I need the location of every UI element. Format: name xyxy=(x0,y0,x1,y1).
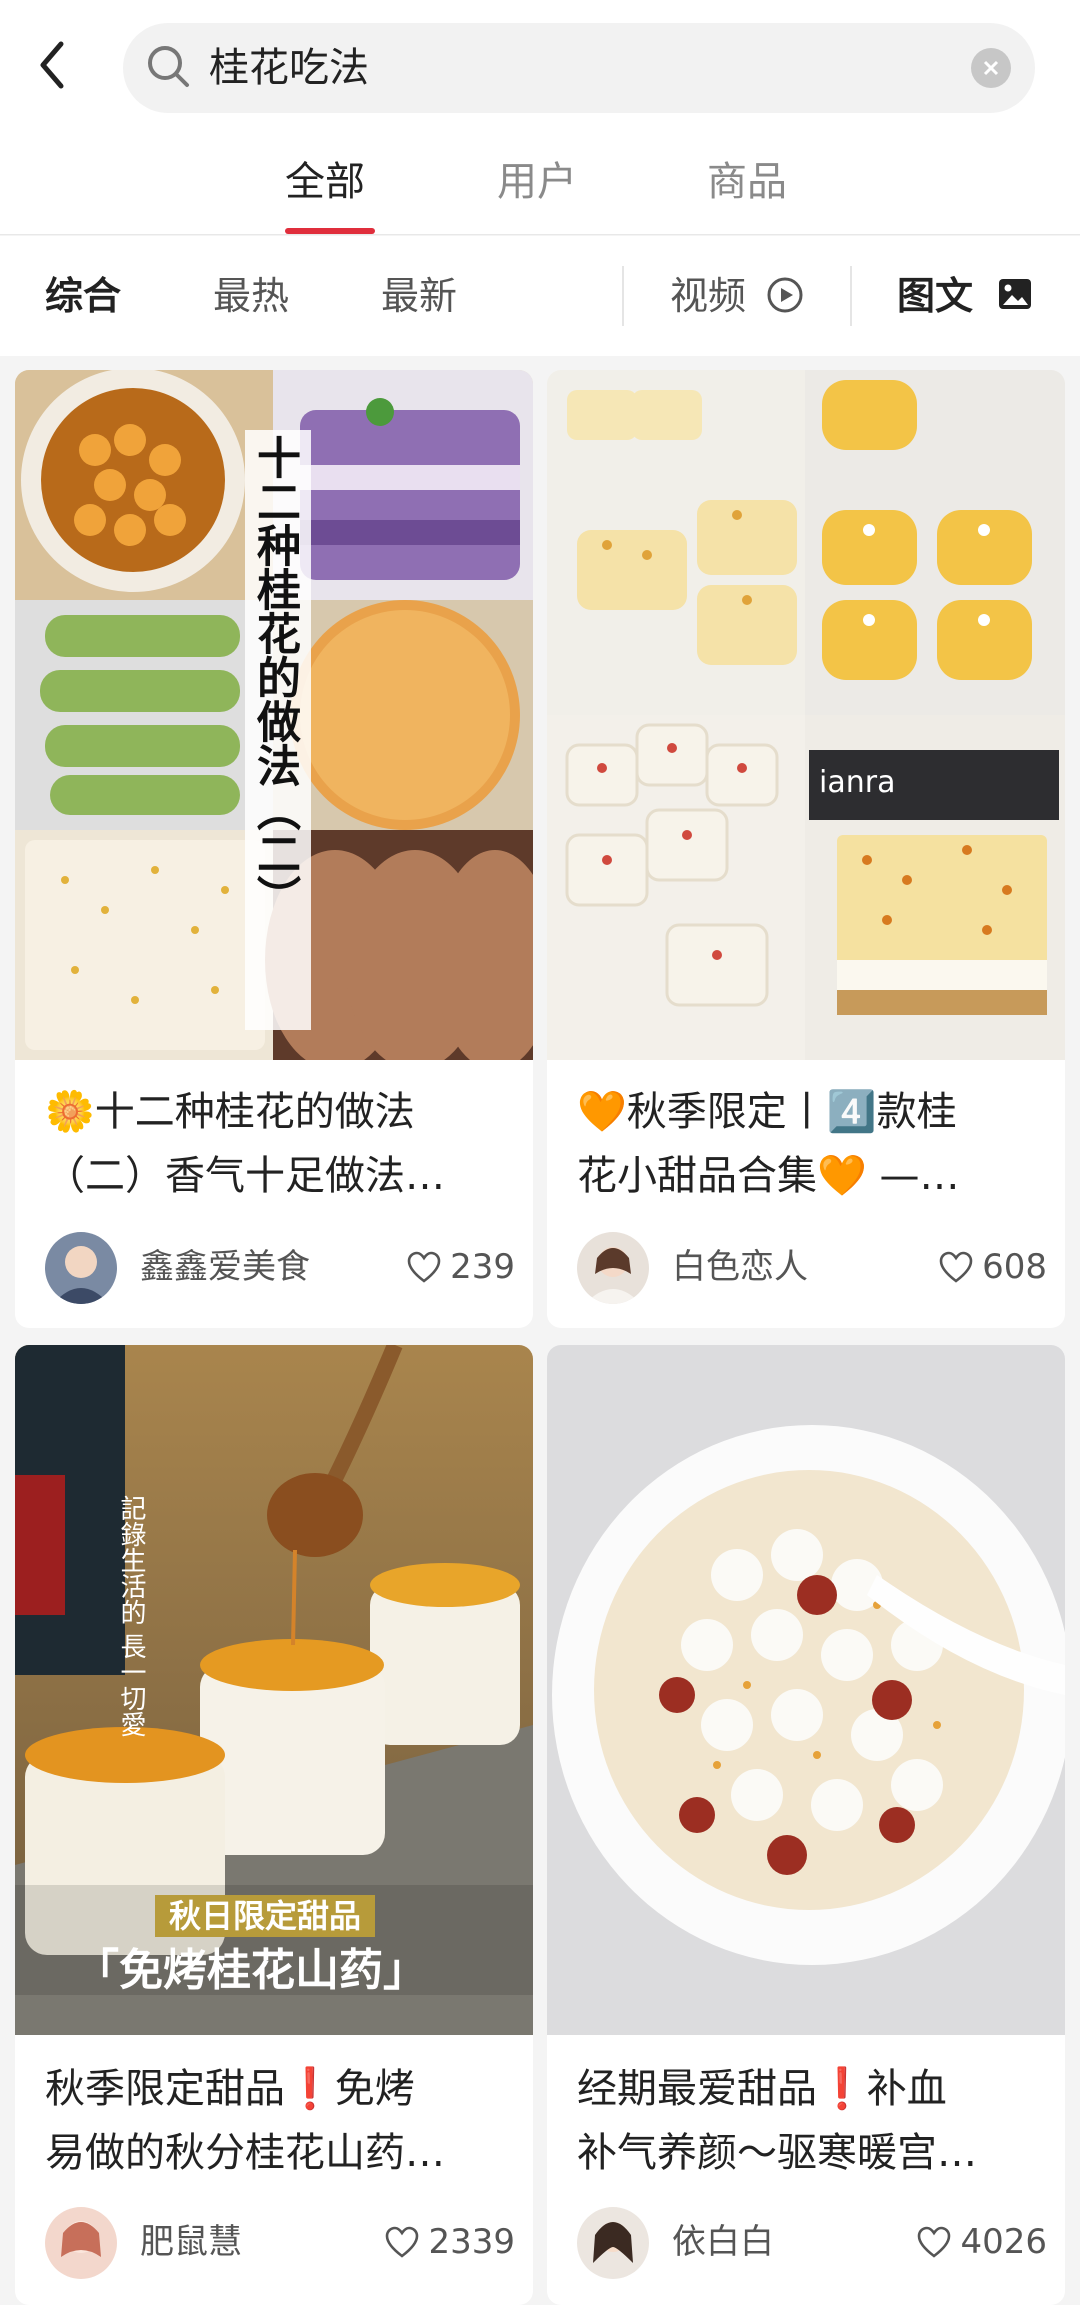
heart-icon xyxy=(918,2226,951,2258)
cover-caption: 「免烤桂花山药」 xyxy=(75,1945,427,1996)
filter-newest[interactable]: 最新 xyxy=(381,272,457,320)
note-title: 🧡秋季限定丨4️⃣款桂 花小甜品合集🧡 —… xyxy=(577,1089,960,1199)
filter-bar: 综合 最热 最新 视频 图文 xyxy=(0,236,1080,356)
cover-image[interactable]: 十二种桂花的做法（二） xyxy=(15,370,533,1060)
search-bar[interactable]: 桂花吃法 xyxy=(123,23,1035,113)
cover-tag: 秋日限定甜品 xyxy=(155,1895,376,1937)
filter-video[interactable]: 视频 xyxy=(670,272,746,320)
avatar[interactable] xyxy=(45,2207,117,2279)
clear-search-button[interactable] xyxy=(971,48,1011,88)
note-card[interactable]: 经期最爱甜品❗补血 补气养颜～驱寒暖宫… 依白白 4026 xyxy=(547,1345,1065,2305)
filter-comprehensive[interactable]: 综合 xyxy=(45,272,121,320)
cover-image[interactable]: 記錄生活的 長一切愛 秋日限定甜品 「免烤桂花山药」 xyxy=(15,1345,533,2035)
cover-caption: 十二种桂花的做法（二） xyxy=(249,435,300,919)
filter-hottest[interactable]: 最热 xyxy=(213,272,289,320)
like-count[interactable]: 4026 xyxy=(916,2219,1047,2265)
note-card[interactable]: ianra 🧡秋季限定丨4️⃣款桂 花小甜品合集🧡 —… 白色恋人 608 xyxy=(547,370,1065,1328)
close-icon xyxy=(983,60,999,76)
tab-products[interactable]: 商品 xyxy=(707,157,787,207)
heart-icon xyxy=(939,1251,973,1283)
note-title: 经期最爱甜品❗补血 补气养颜～驱寒暖宫… xyxy=(577,2066,977,2176)
cover-brand: ianra xyxy=(819,765,896,800)
image-icon xyxy=(999,279,1031,309)
search-input[interactable]: 桂花吃法 xyxy=(209,43,369,93)
cover-image[interactable] xyxy=(547,1345,1065,2035)
avatar[interactable] xyxy=(577,1232,649,1304)
search-icon xyxy=(148,46,189,87)
note-card[interactable]: 記錄生活的 長一切愛 秋日限定甜品 「免烤桂花山药」 秋季限定甜品❗免烤 易做的… xyxy=(15,1345,533,2305)
play-icon xyxy=(767,277,803,313)
back-button[interactable] xyxy=(28,30,76,100)
heart-icon xyxy=(407,1251,441,1283)
author-name[interactable]: 肥鼠慧 xyxy=(140,2219,242,2265)
top-bar: 桂花吃法 xyxy=(0,0,1080,135)
note-card[interactable]: 十二种桂花的做法（二） 🌼十二种桂花的做法 （二）香气十足做法… 鑫鑫爱美食 2… xyxy=(15,370,533,1328)
note-meta: 依白白 4026 xyxy=(577,2207,1047,2279)
cover-image[interactable]: ianra xyxy=(547,370,1065,1060)
avatar[interactable] xyxy=(577,2207,649,2279)
tab-all[interactable]: 全部 xyxy=(285,157,365,207)
note-title: 🌼十二种桂花的做法 （二）香气十足做法… xyxy=(45,1089,445,1199)
result-tabs: 全部 用户 商品 xyxy=(0,135,1080,235)
author-name[interactable]: 依白白 xyxy=(672,2219,774,2265)
divider xyxy=(850,266,852,326)
author-name[interactable]: 白色恋人 xyxy=(672,1244,808,1290)
heart-icon xyxy=(386,2226,419,2258)
note-title: 秋季限定甜品❗免烤 易做的秋分桂花山药… xyxy=(45,2066,445,2176)
note-meta: 肥鼠慧 2339 xyxy=(45,2207,515,2279)
divider xyxy=(622,266,624,326)
note-meta: 鑫鑫爱美食 239 xyxy=(45,1232,515,1304)
avatar[interactable] xyxy=(45,1232,117,1304)
filter-image-text[interactable]: 图文 xyxy=(897,272,973,320)
active-tab-indicator xyxy=(285,228,375,234)
back-arrow-icon xyxy=(40,41,64,89)
author-name[interactable]: 鑫鑫爱美食 xyxy=(140,1244,310,1290)
like-count[interactable]: 2339 xyxy=(384,2219,515,2265)
tab-users[interactable]: 用户 xyxy=(497,157,577,207)
like-count[interactable]: 608 xyxy=(938,1244,1047,1290)
note-meta: 白色恋人 608 xyxy=(577,1232,1047,1304)
cover-side-text: 記錄生活的 長一切愛 xyxy=(116,1495,146,1737)
like-count[interactable]: 239 xyxy=(406,1244,515,1290)
